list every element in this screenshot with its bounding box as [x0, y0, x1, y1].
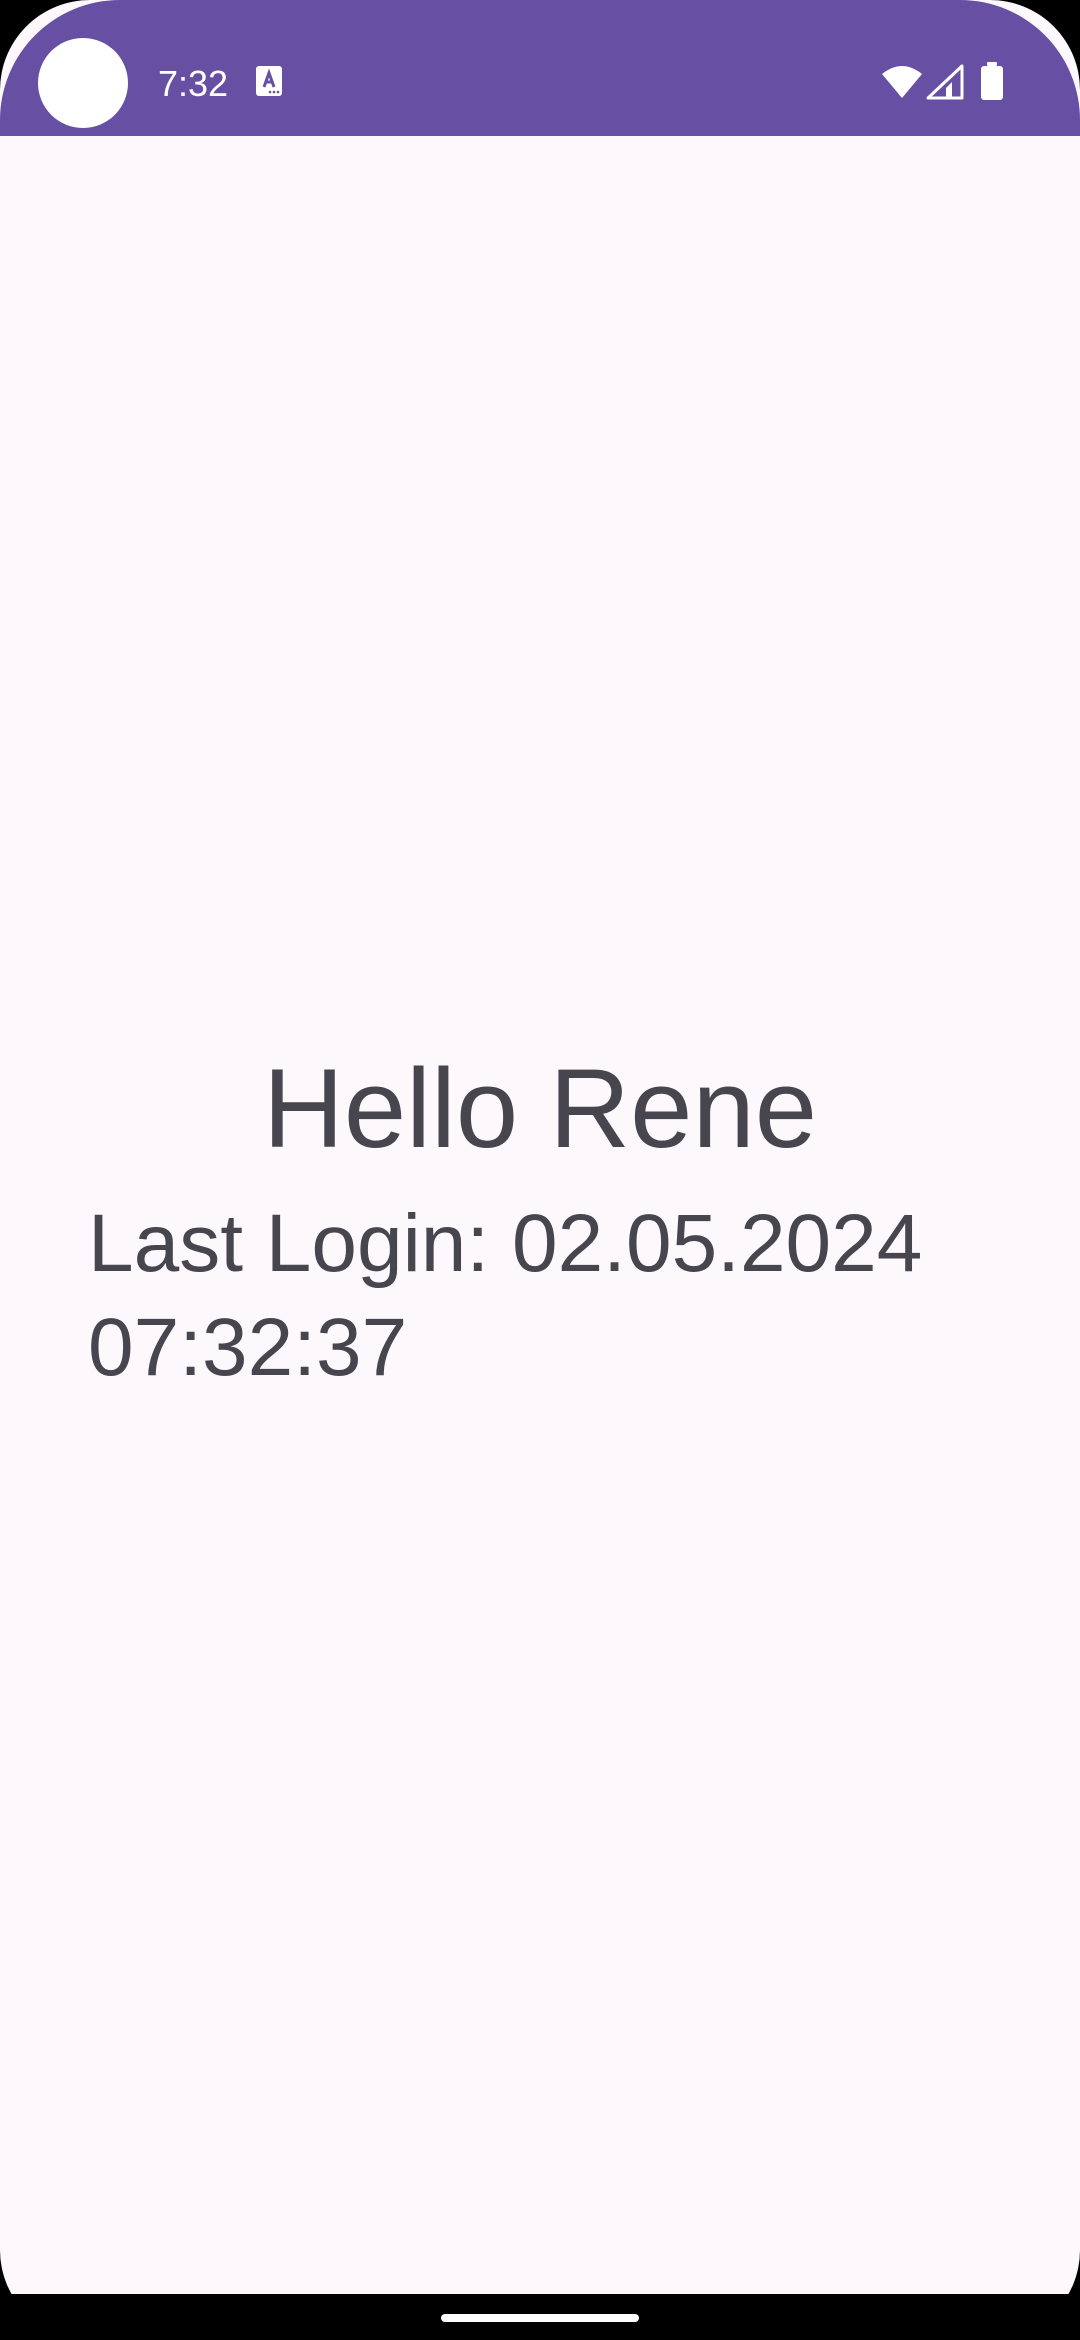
status-bar: 7:32: [0, 0, 1080, 136]
app-screen: 7:32 Hello Rene Last Login: 02.05.2024 0…: [0, 0, 1080, 2340]
last-login-text: Last Login: 02.05.2024 07:32:37: [88, 1198, 923, 1393]
camera-cutout: [38, 38, 128, 128]
notification-a-icon: [256, 66, 282, 96]
greeting-text: Hello Rene: [262, 1046, 818, 1171]
wifi-icon: [882, 66, 922, 98]
status-clock: 7:32: [158, 63, 229, 104]
cell-signal-icon: [926, 64, 964, 100]
battery-icon: [981, 62, 1003, 100]
home-handle[interactable]: [441, 2314, 639, 2322]
